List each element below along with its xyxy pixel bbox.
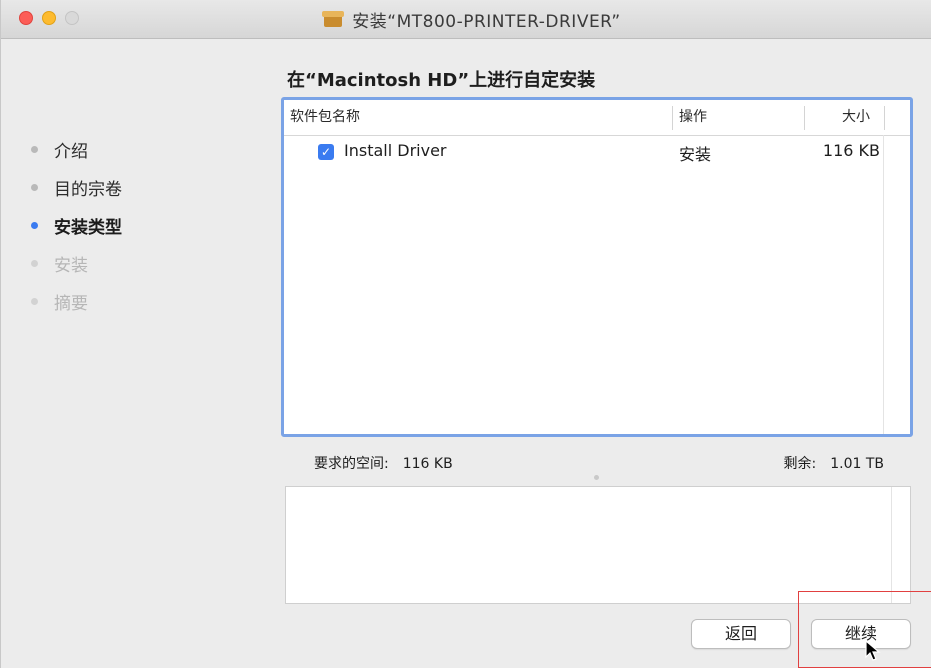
table-scroll-area: [883, 135, 910, 434]
step-installation-type: 安装类型: [31, 206, 122, 244]
step-dot-icon: [31, 297, 38, 305]
package-icon: [322, 10, 345, 28]
table-header: 软件包名称 操作 大小: [284, 100, 910, 136]
column-header-size[interactable]: 大小: [842, 100, 870, 135]
step-label: 目的宗卷: [54, 179, 122, 200]
title-bar: 安装“MT800-PRINTER-DRIVER”: [1, 0, 931, 39]
back-button[interactable]: 返回: [691, 619, 791, 649]
disk-space-info: 要求的空间: 116 KB 剩余: 1.01 TB: [284, 445, 910, 485]
step-introduction: 介绍: [31, 130, 122, 168]
installer-window: 安装“MT800-PRINTER-DRIVER” 介绍 目的宗卷 安装类型 安装…: [0, 0, 931, 668]
step-install: 安装: [31, 244, 122, 282]
package-description-box: [285, 486, 911, 604]
page-title: 在“Macintosh HD”上进行自定安装: [287, 70, 596, 91]
step-dot-icon: [31, 259, 38, 267]
column-header-name[interactable]: 软件包名称: [290, 100, 360, 135]
installer-steps: 介绍 目的宗卷 安装类型 安装 摘要: [31, 130, 122, 320]
required-space-label: 要求的空间:: [314, 456, 389, 472]
package-size: 116 KB: [822, 141, 880, 160]
remaining-space-label: 剩余:: [783, 456, 817, 472]
install-driver-checkbox[interactable]: ✓: [318, 144, 334, 160]
step-dot-icon: [31, 145, 38, 153]
step-dot-icon: [31, 221, 38, 229]
remaining-space-value: 1.01 TB: [830, 456, 884, 472]
step-label: 介绍: [54, 141, 88, 162]
column-header-action[interactable]: 操作: [679, 100, 707, 135]
split-resize-handle[interactable]: [594, 475, 599, 480]
description-scroll-area: [891, 487, 910, 603]
required-space-value: 116 KB: [402, 456, 453, 472]
table-row[interactable]: ✓ Install Driver 安装 116 KB: [284, 138, 910, 168]
package-action: 安装: [679, 145, 712, 164]
package-table[interactable]: 软件包名称 操作 大小 ✓ Install Driver 安装 116 KB: [281, 97, 913, 437]
package-name: Install Driver: [344, 141, 447, 160]
step-dot-icon: [31, 183, 38, 191]
step-destination: 目的宗卷: [31, 168, 122, 206]
step-summary: 摘要: [31, 282, 122, 320]
step-label: 摘要: [54, 293, 88, 314]
step-label: 安装类型: [54, 217, 122, 238]
window-title: 安装“MT800-PRINTER-DRIVER”: [352, 11, 621, 32]
step-label: 安装: [54, 255, 88, 276]
mouse-pointer-icon: [865, 640, 881, 661]
